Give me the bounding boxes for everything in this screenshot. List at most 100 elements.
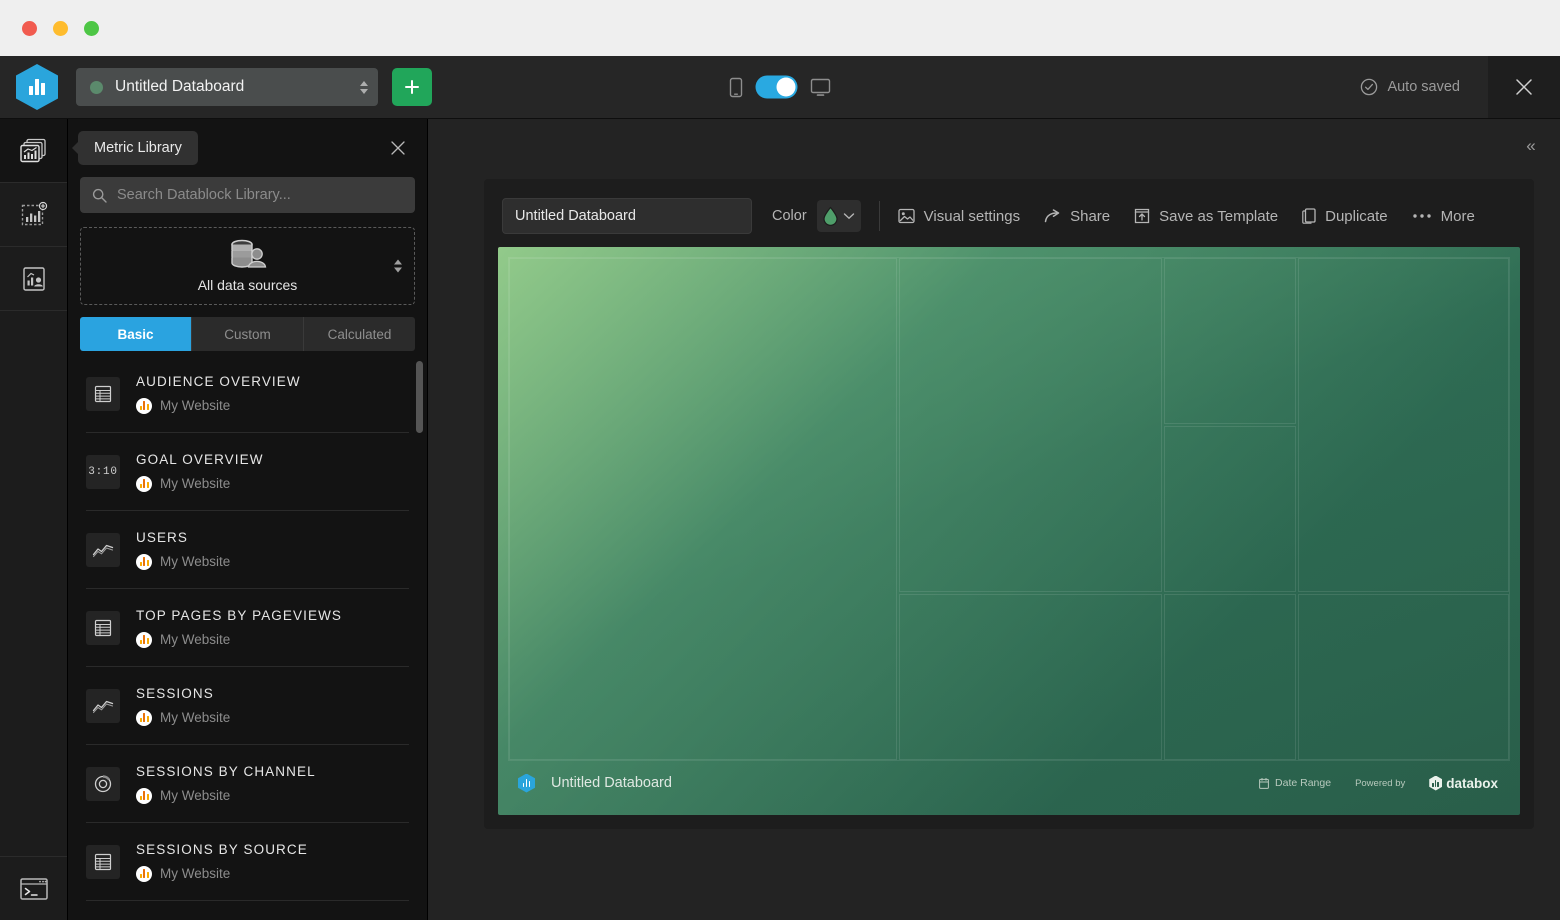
- app-window: Untitled Databoard: [0, 0, 1560, 920]
- save-as-template-button[interactable]: Save as Template: [1134, 208, 1278, 225]
- databoard-name-input[interactable]: [502, 198, 752, 234]
- toggle-knob: [777, 78, 796, 97]
- databoard-title: Untitled Databoard: [115, 78, 360, 96]
- rail-item-metric-library[interactable]: [0, 119, 67, 183]
- metric-title: Sessions by Channel: [136, 764, 316, 779]
- grid-cell[interactable]: [1298, 258, 1509, 592]
- databoard-selector[interactable]: Untitled Databoard: [76, 68, 378, 106]
- google-analytics-icon: [136, 476, 152, 492]
- rail-item-add-datablock[interactable]: [0, 183, 67, 247]
- grid-cell[interactable]: [1164, 426, 1296, 592]
- metric-title: Top Pages by Pageviews: [136, 608, 342, 623]
- search-icon: [92, 188, 107, 203]
- duplicate-icon: [1302, 208, 1316, 224]
- metric-source-label: My Website: [160, 632, 230, 647]
- grid-cell[interactable]: [1298, 594, 1509, 760]
- application-root: Untitled Databoard: [0, 56, 1560, 920]
- grid-cell[interactable]: [899, 258, 1162, 592]
- database-user-icon: [227, 239, 269, 273]
- grid-cell[interactable]: [509, 258, 897, 760]
- data-source-selector[interactable]: All data sources: [80, 227, 415, 305]
- metric-library-panel: Metric Library: [68, 119, 428, 920]
- app-header: Untitled Databoard: [0, 56, 1560, 119]
- desktop-icon[interactable]: [811, 78, 831, 96]
- mobile-icon[interactable]: [730, 77, 743, 97]
- color-label: Color: [772, 208, 807, 224]
- close-icon: [388, 138, 408, 158]
- google-analytics-icon: [136, 554, 152, 570]
- ellipsis-icon: [1412, 213, 1432, 219]
- databox-brand-label: databox: [1446, 776, 1498, 791]
- rail-spacer: [0, 311, 67, 856]
- close-window-button[interactable]: [22, 21, 37, 36]
- google-analytics-icon: [136, 710, 152, 726]
- metric-title: Goal Overview: [136, 452, 264, 467]
- tab-custom[interactable]: Custom: [192, 317, 304, 351]
- search-input[interactable]: [117, 187, 403, 203]
- google-analytics-icon: [136, 788, 152, 804]
- google-analytics-icon: [136, 866, 152, 882]
- powered-by-label: Powered by: [1355, 778, 1405, 789]
- line-chart-icon: [86, 533, 120, 567]
- search-datablock-box[interactable]: [80, 177, 415, 213]
- tab-calculated[interactable]: Calculated: [304, 317, 415, 351]
- metric-source-label: My Website: [160, 866, 230, 881]
- data-source-label: All data sources: [198, 277, 298, 293]
- grid-cell[interactable]: [1164, 594, 1296, 760]
- google-analytics-icon: [136, 632, 152, 648]
- grid-cell[interactable]: [1164, 258, 1296, 424]
- panel-close-button[interactable]: [385, 135, 411, 161]
- metric-source: My Website: [136, 788, 316, 804]
- metric-list-item[interactable]: UsersMy Website: [86, 511, 409, 589]
- metric-source: My Website: [136, 554, 230, 570]
- report-person-icon: [20, 265, 48, 293]
- toolbar-divider: [879, 201, 880, 231]
- metric-list-item[interactable]: Sessions My Website: [86, 667, 409, 745]
- panel-tooltip: Metric Library: [78, 131, 198, 165]
- metric-source-label: My Website: [160, 788, 230, 803]
- metric-list[interactable]: Audience OverviewMy Website3:10Goal Over…: [68, 355, 427, 920]
- main-area: « Color: [428, 119, 1560, 920]
- close-editor-button[interactable]: [1488, 56, 1560, 118]
- metric-source-label: My Website: [160, 476, 230, 491]
- share-button[interactable]: Share: [1044, 208, 1110, 225]
- app-body: Metric Library: [0, 119, 1560, 920]
- panel-header: Metric Library: [68, 119, 427, 177]
- close-icon: [1512, 75, 1536, 99]
- metric-list-item[interactable]: Top Pages by Pageviews My Website: [86, 589, 409, 667]
- window-titlebar: [0, 0, 1560, 56]
- add-databoard-button[interactable]: [392, 68, 432, 106]
- minimize-window-button[interactable]: [53, 21, 68, 36]
- more-label: More: [1441, 208, 1475, 225]
- metric-list-item[interactable]: Sessions by Channel My Website: [86, 745, 409, 823]
- share-label: Share: [1070, 208, 1110, 225]
- duplicate-button[interactable]: Duplicate: [1302, 208, 1388, 225]
- table-icon: [86, 845, 120, 879]
- rail-item-console[interactable]: [0, 856, 67, 920]
- maximize-window-button[interactable]: [84, 21, 99, 36]
- more-button[interactable]: More: [1412, 208, 1475, 225]
- chevron-updown-icon: [360, 81, 368, 94]
- grid-cell[interactable]: [899, 594, 1162, 760]
- metric-list-item[interactable]: Sessions by SourceMy Website: [86, 823, 409, 901]
- tab-basic[interactable]: Basic: [80, 317, 192, 351]
- duplicate-label: Duplicate: [1325, 208, 1388, 225]
- metric-list-item[interactable]: Audience OverviewMy Website: [86, 355, 409, 433]
- metric-title: Sessions: [136, 686, 230, 701]
- rail-item-reports[interactable]: [0, 247, 67, 311]
- chevron-down-icon: [843, 212, 855, 220]
- metric-type-tabs: Basic Custom Calculated: [80, 317, 415, 351]
- metric-list-item[interactable]: 3:10Goal OverviewMy Website: [86, 433, 409, 511]
- collapse-panel-button[interactable]: «: [1516, 133, 1546, 159]
- metric-source: My Website: [136, 866, 308, 882]
- droplet-icon: [822, 206, 839, 226]
- metric-list-scrollbar[interactable]: [416, 361, 423, 433]
- metric-source: My Website: [136, 476, 264, 492]
- date-range-control[interactable]: Date Range: [1259, 777, 1331, 789]
- metric-source-label: My Website: [160, 710, 230, 725]
- visual-settings-button[interactable]: Visual settings: [898, 208, 1020, 225]
- databoard-canvas[interactable]: Untitled Databoard Date Range: [498, 247, 1520, 815]
- save-as-template-label: Save as Template: [1159, 208, 1278, 225]
- device-toggle-switch[interactable]: [756, 76, 798, 99]
- color-picker-button[interactable]: [817, 200, 861, 232]
